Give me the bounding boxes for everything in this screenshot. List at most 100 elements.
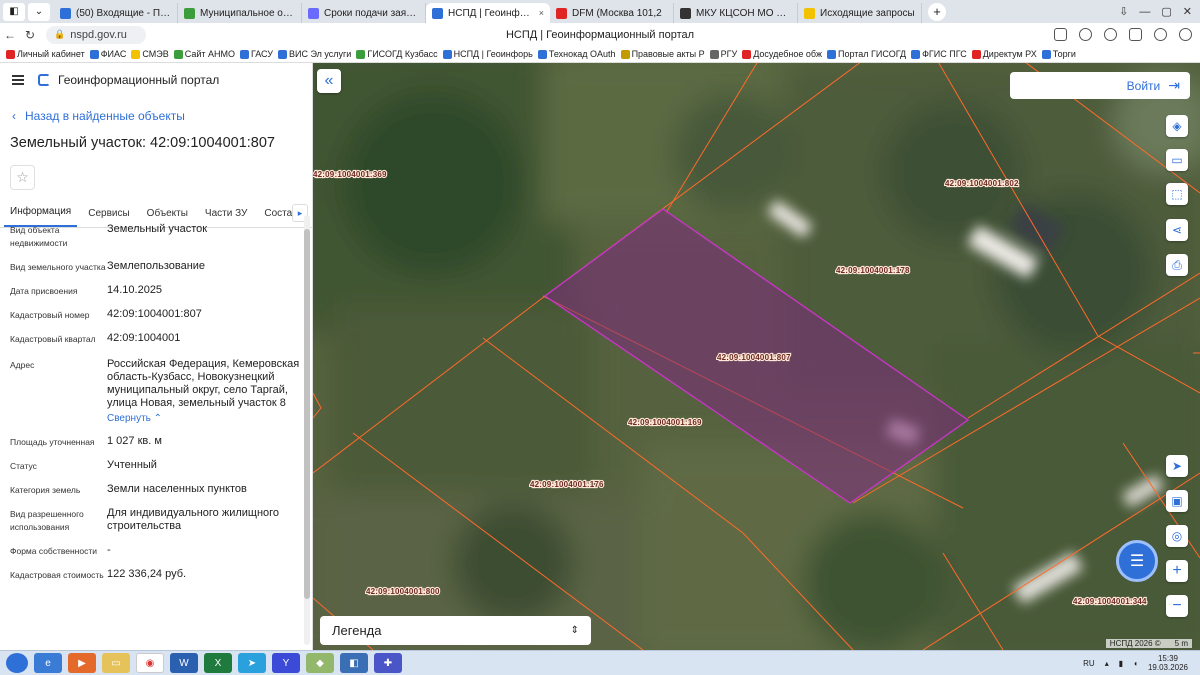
scrollbar-thumb[interactable] [304,229,310,599]
tray-arrow-icon[interactable]: ▴ [1105,659,1109,668]
tabs-dropdown-icon[interactable]: ⌄ [28,2,50,21]
legend-label: Легенда [332,623,382,638]
close-window-icon[interactable]: ✕ [1183,5,1192,18]
word-icon[interactable]: W [170,653,198,673]
layers-button[interactable]: ◈ [1166,115,1188,137]
panel-scrollbar[interactable] [304,215,310,645]
favicon-icon [60,7,71,19]
menu-icon[interactable] [12,75,24,85]
panel-header: Геоинформационный портал [0,63,312,97]
app-icon[interactable]: ◧ [340,653,368,673]
ie-icon[interactable]: e [34,653,62,673]
new-tab-button[interactable]: + [928,2,946,21]
browser-tab[interactable]: DFM (Москва 101,2 [550,3,674,23]
bookmark-item[interactable]: Досудебное обж [742,49,822,59]
yandex-icon[interactable]: Y [272,653,300,673]
media-player-icon[interactable]: ▶ [68,653,96,673]
attribution-text: НСПД 2026 © [1109,639,1161,648]
property-key: Статус [10,461,37,471]
bookmark-favicon-icon [277,49,287,59]
start-button-icon[interactable] [6,653,28,673]
share-button[interactable]: ⋖ [1166,219,1188,241]
chrome-icon[interactable]: ◉ [136,653,164,673]
browser-tab[interactable]: (50) Входящие - Почта М [54,3,178,23]
browser-tab[interactable]: МКУ КЦСОН МО «Новок [674,3,798,23]
favicon-icon [804,7,815,19]
bookmark-item[interactable]: НСПД | Геоинфорь [442,49,533,59]
property-value: Для индивидуального жилищного строительс… [107,507,280,532]
bookmark-item[interactable]: ФИАС [89,49,126,59]
properties-list: Вид объекта недвижимости Земельный участо… [0,223,304,592]
reload-icon[interactable]: ↻ [20,28,40,42]
share-icon[interactable] [1079,28,1092,41]
bookmark-item[interactable]: ВИС Эл услуги [277,49,351,59]
close-tab-icon[interactable]: × [539,8,544,18]
bookmark-label: НСПД | Геоинфорь [453,49,533,59]
legend-dropdown[interactable]: Легенда ⇕ [320,616,591,645]
bookmark-item[interactable]: СМЭВ [131,49,169,59]
browser-tab[interactable]: Исходящие запросы [798,3,922,23]
parcel-label: 42:09:1004001:178 [836,266,910,275]
volume-icon[interactable]: ◖ [1133,659,1138,668]
property-key: Адрес [10,360,35,370]
bookmark-item[interactable]: ГАСУ [239,49,273,59]
media-icon[interactable] [1104,28,1117,41]
app-icon[interactable]: ✚ [374,653,402,673]
collapse-address-link[interactable]: Свернуть ⌃ [107,412,162,425]
language-indicator[interactable]: RU [1083,659,1095,668]
zoom-out-button[interactable]: − [1166,595,1188,617]
property-row: Форма собственности - [0,544,304,558]
minimize-icon[interactable]: — [1139,6,1150,18]
geo-search-button[interactable]: ◎ [1166,525,1188,547]
explorer-icon[interactable]: ▭ [102,653,130,673]
bookmark-icon[interactable] [1054,28,1067,41]
network-icon[interactable]: ▮ [1119,659,1123,668]
parcel-label: 42:09:1004001:369 [313,170,387,179]
bookmark-item[interactable]: ГИСОГД Кузбасс [356,49,438,59]
bookmark-item[interactable]: Портал ГИСОГД [827,49,906,59]
excel-icon[interactable]: X [204,653,232,673]
app-icon[interactable]: ◆ [306,653,334,673]
downloads-icon[interactable]: ⇩ [1119,5,1128,18]
plus-icon: + [1172,562,1182,579]
browser-tab[interactable]: НСПД | Геоинформаци × [426,3,550,23]
back-arrow-icon[interactable]: ← [0,28,20,42]
login-button[interactable]: Войти ⇥ [1010,72,1190,99]
chat-button[interactable]: ☰ [1116,540,1158,582]
url-field[interactable]: 🔒 nspd.gov.ru [46,25,146,44]
bookmark-item[interactable]: Личный кабинет [6,49,85,59]
telegram-icon[interactable]: ➤ [238,653,266,673]
profile-icon[interactable] [1179,28,1192,41]
browser-tab[interactable]: Муниципальное образов [178,3,302,23]
property-key: Кадастровый квартал [10,334,96,344]
window-menu-icon[interactable]: ◧ [3,2,25,21]
bookmark-label: Правовые акты Р [631,49,705,59]
bookmark-item[interactable]: Сайт АНМО [173,49,235,59]
measure-button[interactable]: ▭ [1166,149,1188,171]
bookmark-item[interactable]: Технокад OAuth [537,49,616,59]
select-area-button[interactable]: ⬚ [1166,183,1188,205]
zoom-in-button[interactable]: + [1166,560,1188,582]
bookmark-item[interactable]: Правовые акты Р [620,49,705,59]
layers-icon: ◈ [1172,119,1182,133]
map-view[interactable]: 42:09:1004001:807 42:09:1004001:169 42:0… [313,63,1200,650]
extensions-icon[interactable] [1129,28,1142,41]
maximize-icon[interactable]: ▢ [1161,5,1171,18]
bookmark-item[interactable]: ФГИС ПГС [911,49,967,59]
back-to-results-link[interactable]: ‹ Назад в найденные объекты [12,109,312,123]
bookmark-favicon-icon [709,49,719,59]
print-button[interactable]: ⎙ [1166,254,1188,276]
favorite-button[interactable]: ☆ [10,165,35,190]
bookmark-label: СМЭВ [142,49,169,59]
collapse-panel-button[interactable]: « [317,69,341,93]
browser-tab[interactable]: Сроки подачи заявления [302,3,426,23]
bookmark-item[interactable]: Торги [1041,49,1076,59]
bookmark-item[interactable]: Директум РХ [971,49,1037,59]
favicon-icon [680,7,691,19]
clock[interactable]: 15:39 19.03.2026 [1148,654,1188,672]
my-location-button[interactable]: ➤ [1166,455,1188,477]
bookmark-item[interactable]: РГУ [709,49,737,59]
minimap-button[interactable]: ▣ [1166,490,1188,512]
parcel-label: 42:09:1004001:169 [628,418,702,427]
downloads-bar-icon[interactable] [1154,28,1167,41]
